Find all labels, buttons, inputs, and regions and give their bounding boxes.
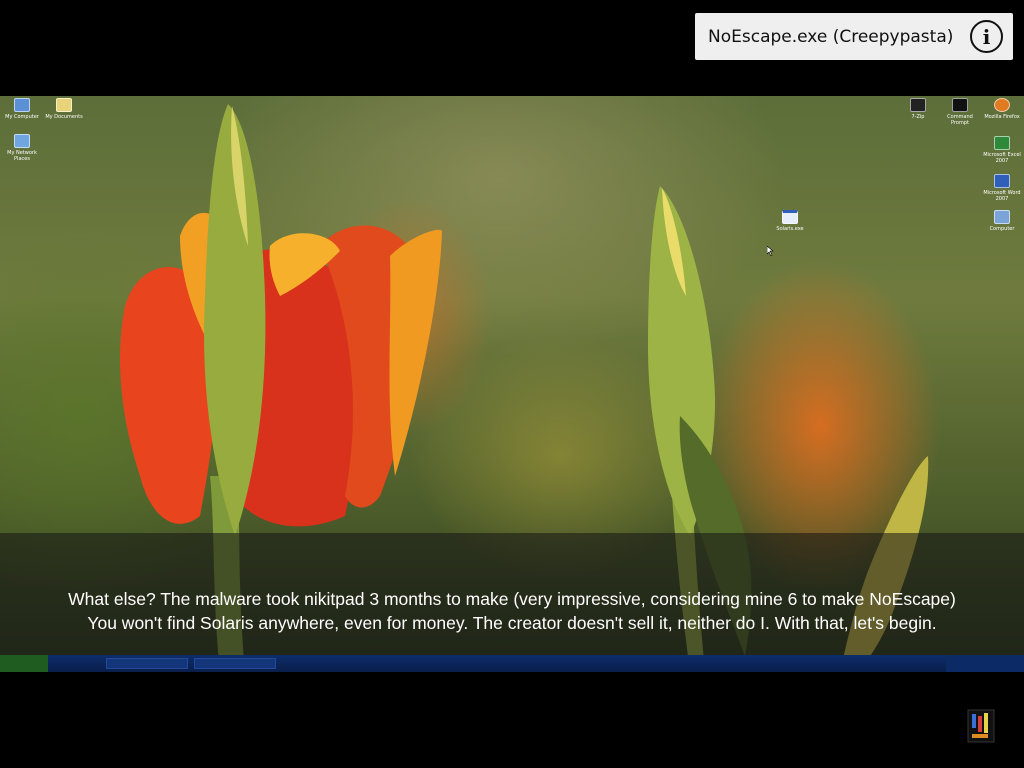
word-icon [994, 174, 1010, 188]
desktop-icon-command-prompt[interactable]: Command Prompt [938, 98, 982, 126]
desktop-icon-label: Solaris.exe [776, 226, 804, 232]
terminal-icon [952, 98, 968, 112]
desktop-icon-label: Mozilla Firefox [984, 114, 1020, 120]
desktop-icon-label: Computer [989, 226, 1015, 232]
start-button[interactable] [0, 655, 48, 672]
desktop-icon-label: Microsoft Word 2007 [983, 190, 1021, 202]
computer-icon [14, 98, 30, 112]
desktop-icon-microsoft-word[interactable]: Microsoft Word 2007 [980, 174, 1024, 202]
subtitle-caption: What else? The malware took nikitpad 3 m… [0, 587, 1024, 635]
desktop-icon-label: My Documents [45, 114, 83, 120]
computer-icon [994, 210, 1010, 224]
taskbar-item[interactable] [194, 658, 276, 669]
excel-icon [994, 136, 1010, 150]
window-icon [782, 210, 798, 224]
archive-icon [910, 98, 926, 112]
desktop-icon-label: Microsoft Excel 2007 [983, 152, 1021, 164]
desktop-icon-my-computer[interactable]: My Computer [0, 98, 44, 120]
desktop-icon-label: 7-Zip [911, 114, 925, 120]
video-title: NoEscape.exe (Creepypasta) [708, 26, 954, 47]
subtitle-line-1: What else? The malware took nikitpad 3 m… [68, 589, 956, 609]
network-icon [14, 134, 30, 148]
folder-icon [56, 98, 72, 112]
desktop-icon-computer[interactable]: Computer [980, 210, 1024, 232]
desktop-icon-my-network-places[interactable]: My Network Places [0, 134, 44, 162]
desktop-icon-solaris[interactable]: Solaris.exe [768, 210, 812, 232]
desktop-icon-label: Command Prompt [947, 114, 973, 126]
desktop-icon-mozilla-firefox[interactable]: Mozilla Firefox [980, 98, 1024, 120]
system-tray [946, 655, 1024, 672]
mouse-cursor-icon [767, 246, 774, 256]
subtitle-line-2: You won't find Solaris anywhere, even fo… [87, 613, 937, 633]
channel-logo-icon [967, 709, 995, 743]
desktop-icon-microsoft-excel[interactable]: Microsoft Excel 2007 [980, 136, 1024, 164]
desktop-icon-my-documents[interactable]: My Documents [42, 98, 86, 120]
video-title-bar: NoEscape.exe (Creepypasta) i [695, 13, 1013, 60]
taskbar-item[interactable] [106, 658, 188, 669]
info-icon[interactable]: i [970, 20, 1003, 53]
desktop-icon-label: My Network Places [7, 150, 37, 162]
desktop-icon-7zip[interactable]: 7-Zip [896, 98, 940, 120]
firefox-icon [994, 98, 1010, 112]
desktop-icon-label: My Computer [5, 114, 39, 120]
